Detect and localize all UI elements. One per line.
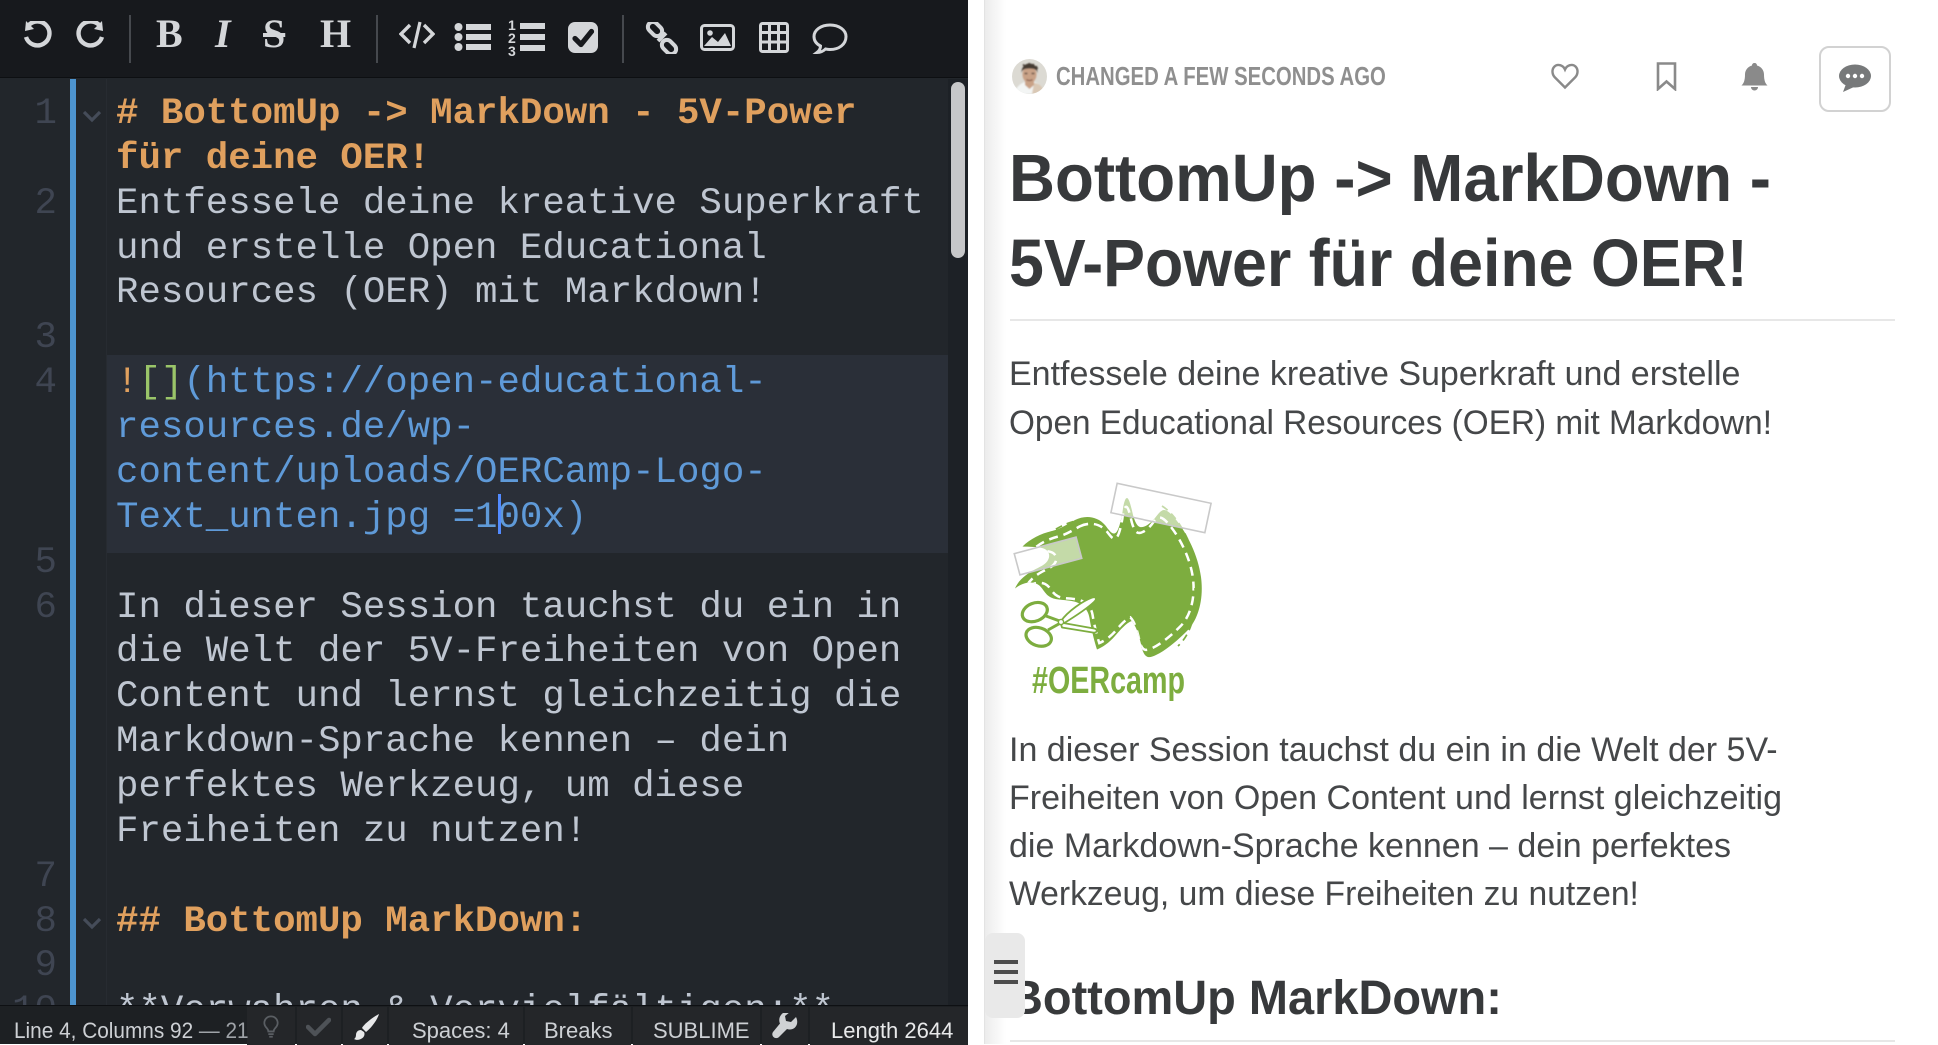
svg-text:#OERcamp: #OERcamp — [1032, 660, 1185, 702]
svg-text:3: 3 — [508, 43, 516, 56]
